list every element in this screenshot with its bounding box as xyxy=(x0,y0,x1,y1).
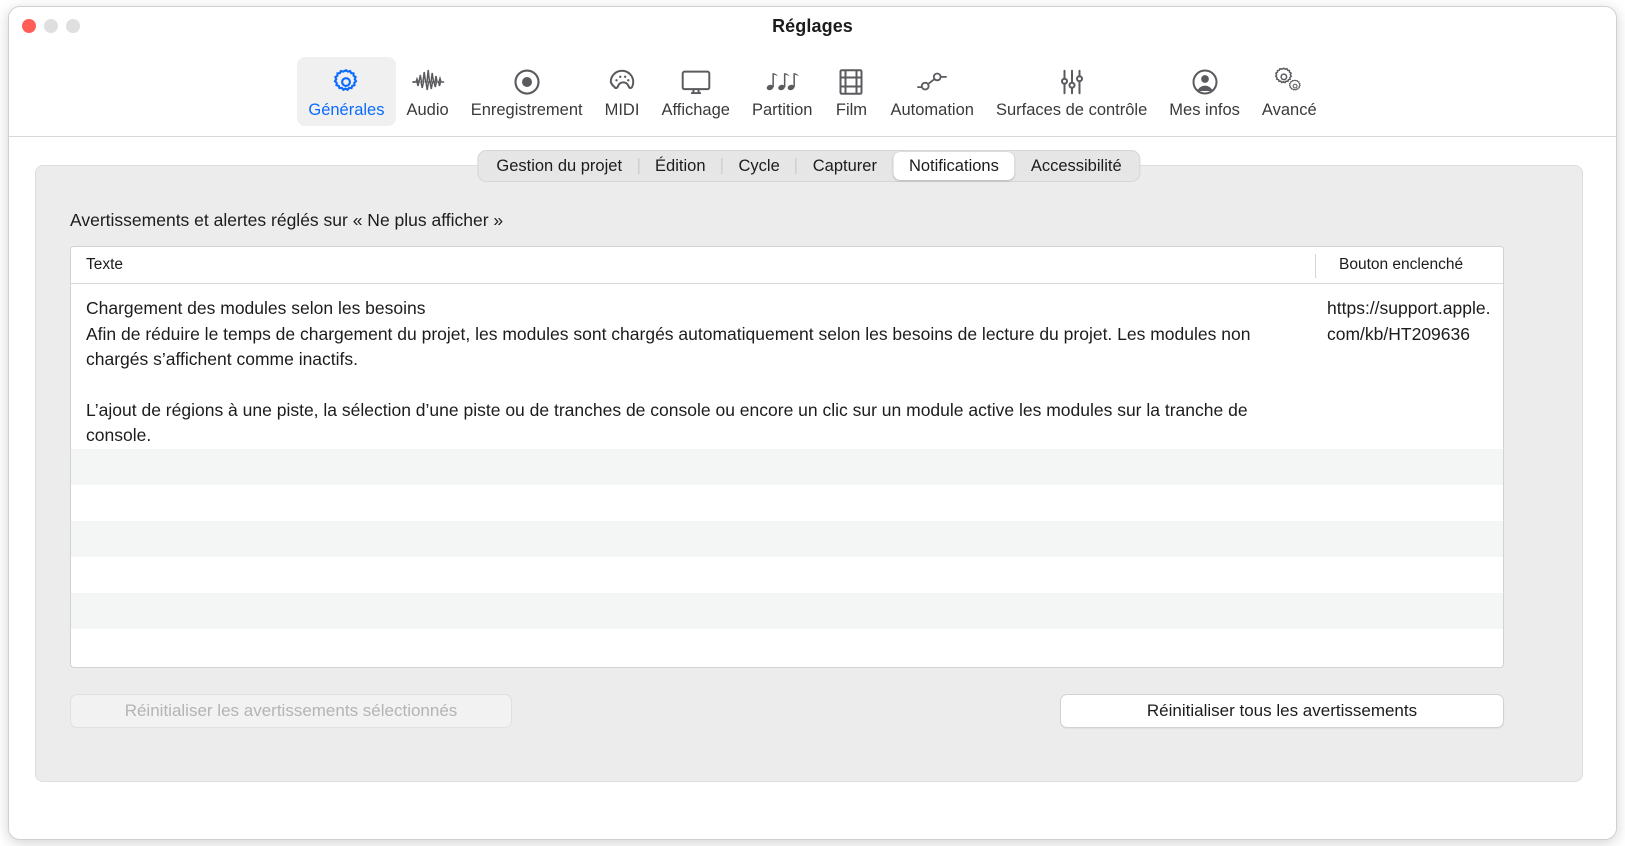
sliders-icon xyxy=(1057,65,1087,99)
settings-toolbar: Générales Audio Enregistrement MIDI Affi… xyxy=(9,53,1616,137)
toolbar-item-label: Partition xyxy=(751,101,813,119)
music-notes-icon xyxy=(765,65,800,99)
toolbar-item-surfaces-de-controle[interactable]: Surfaces de contrôle xyxy=(985,57,1158,126)
toolbar-item-label: Film xyxy=(835,101,868,119)
toolbar-item-mes-infos[interactable]: Mes infos xyxy=(1158,57,1251,126)
gear-icon xyxy=(331,65,361,99)
tab-notifications[interactable]: Notifications xyxy=(892,152,1015,180)
column-header-bouton[interactable]: Bouton enclenché xyxy=(1327,256,1463,274)
warning-paragraph-1: Afin de réduire le temps de chargement d… xyxy=(86,323,1251,370)
tab-cycle[interactable]: Cycle xyxy=(722,152,795,180)
settings-body: Gestion du projet Édition Cycle Capturer… xyxy=(9,137,1616,839)
toolbar-item-label: Surfaces de contrôle xyxy=(995,101,1148,119)
toolbar-item-label: Enregistrement xyxy=(470,101,583,119)
warning-paragraph-2: L’ajout de régions à une piste, la sélec… xyxy=(86,399,1248,446)
toolbar-item-automation[interactable]: Automation xyxy=(879,57,984,126)
warnings-table: Texte Bouton enclenché Chargement des mo… xyxy=(70,246,1504,668)
tab-gestion-du-projet[interactable]: Gestion du projet xyxy=(480,152,638,180)
settings-window: Réglages Générales Audio Enregistrement … xyxy=(8,6,1617,840)
column-header-texte[interactable]: Texte xyxy=(71,256,123,274)
toolbar-item-generales[interactable]: Générales xyxy=(297,57,396,126)
toolbar-item-label: MIDI xyxy=(604,101,640,119)
toolbar-item-label: Affichage xyxy=(661,101,730,119)
double-gear-icon xyxy=(1273,65,1305,99)
toolbar-item-enregistrement[interactable]: Enregistrement xyxy=(460,57,594,126)
table-cell-texte: Chargement des modules selon les besoins… xyxy=(71,284,1315,459)
automation-nodes-icon xyxy=(915,65,949,99)
toolbar-item-film[interactable]: Film xyxy=(823,57,879,126)
person-circle-icon xyxy=(1190,65,1220,99)
record-icon xyxy=(512,65,542,99)
empty-row[interactable] xyxy=(71,593,1503,629)
settings-tab-bar: Gestion du projet Édition Cycle Capturer… xyxy=(477,150,1141,182)
notifications-panel: Gestion du projet Édition Cycle Capturer… xyxy=(35,150,1583,782)
empty-row[interactable] xyxy=(71,521,1503,557)
table-row[interactable]: Chargement des modules selon les besoins… xyxy=(71,284,1503,459)
empty-row[interactable] xyxy=(71,557,1503,593)
display-icon xyxy=(680,65,712,99)
tab-edition[interactable]: Édition xyxy=(639,152,721,180)
toolbar-item-midi[interactable]: MIDI xyxy=(594,57,651,126)
tab-accessibilite[interactable]: Accessibilité xyxy=(1015,152,1138,180)
toolbar-item-label: Audio xyxy=(406,101,449,119)
toolbar-item-partition[interactable]: Partition xyxy=(741,57,824,126)
toolbar-item-avance[interactable]: Avancé xyxy=(1251,57,1328,126)
tab-capturer[interactable]: Capturer xyxy=(797,152,893,180)
table-body: Chargement des modules selon les besoins… xyxy=(71,284,1503,667)
reset-all-warnings-button[interactable]: Réinitialiser tous les avertissements xyxy=(1060,694,1504,728)
toolbar-item-audio[interactable]: Audio xyxy=(396,57,460,126)
toolbar-item-label: Avancé xyxy=(1261,101,1317,119)
toolbar-item-label: Automation xyxy=(890,101,974,119)
empty-row[interactable] xyxy=(71,629,1503,665)
empty-row[interactable] xyxy=(71,485,1503,521)
toolbar-item-label: Générales xyxy=(308,101,385,119)
toolbar-item-label: Mes infos xyxy=(1169,101,1240,119)
reset-selected-warnings-button[interactable]: Réinitialiser les avertissements sélecti… xyxy=(70,694,512,728)
empty-rows xyxy=(71,449,1503,667)
column-divider[interactable] xyxy=(1315,254,1316,278)
warning-title: Chargement des modules selon les besoins xyxy=(86,298,426,318)
midi-connector-icon xyxy=(607,65,637,99)
empty-row[interactable] xyxy=(71,449,1503,485)
film-strip-icon xyxy=(837,65,865,99)
table-header-row: Texte Bouton enclenché xyxy=(71,247,1503,284)
window-title: Réglages xyxy=(772,16,853,36)
toolbar-item-affichage[interactable]: Affichage xyxy=(650,57,741,126)
waveform-icon xyxy=(411,65,445,99)
title-bar: Réglages xyxy=(9,7,1616,53)
section-heading: Avertissements et alertes réglés sur « N… xyxy=(70,210,504,230)
table-cell-bouton-url[interactable]: https://support.apple.com/kb/HT209636 xyxy=(1315,284,1503,459)
